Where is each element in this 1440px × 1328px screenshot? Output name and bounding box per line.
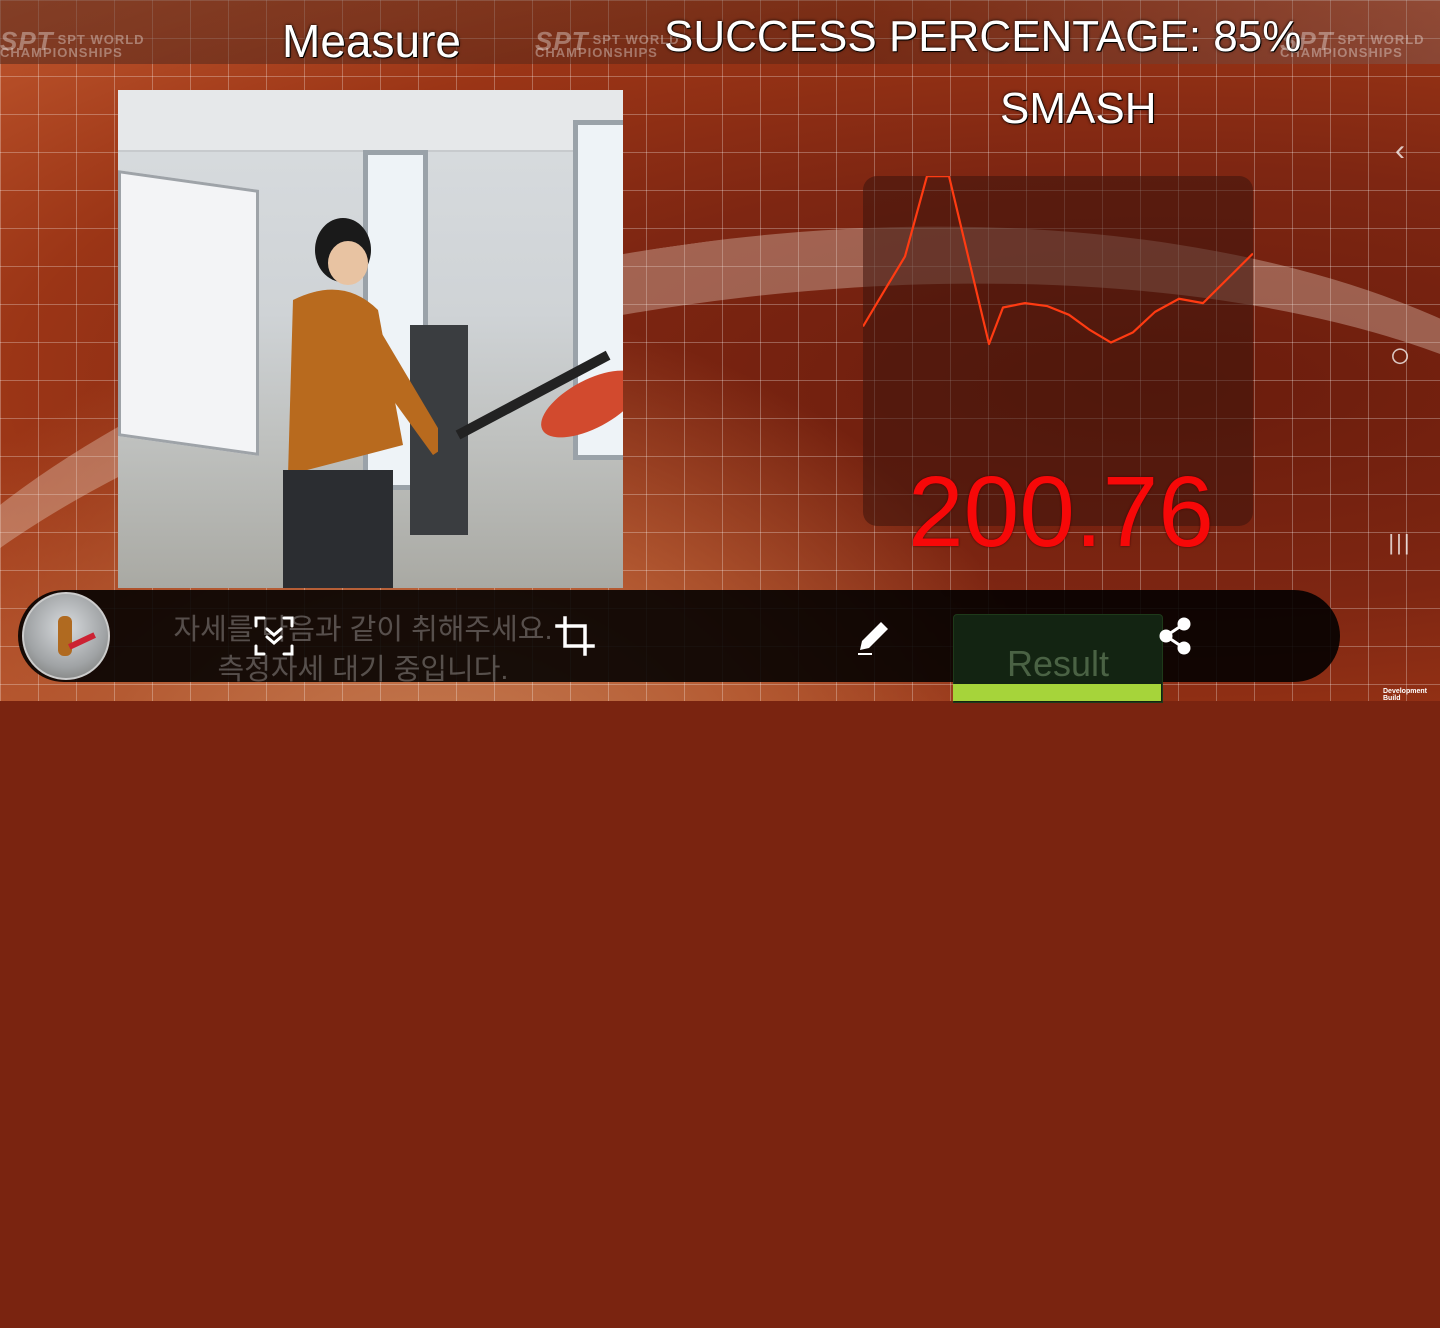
guide-line-2: 측정자세 대기 중입니다. bbox=[217, 654, 509, 686]
capture-icon[interactable] bbox=[252, 614, 296, 658]
thumb-racket bbox=[68, 632, 96, 650]
page-title: Measure bbox=[282, 15, 461, 67]
sponsor-logo: SPT SPT WORLD CHAMPIONSHIPS bbox=[535, 25, 680, 60]
recents-icon[interactable]: ||| bbox=[1380, 530, 1420, 556]
guide-line-1: 자세를 다음과 같이 취해주세요. bbox=[173, 614, 553, 646]
measurement-value: 200.76 bbox=[908, 456, 1214, 568]
success-percentage: SUCCESS PERCENTAGE: 85% bbox=[664, 12, 1302, 61]
result-button-label: Result bbox=[1006, 643, 1110, 684]
player-figure bbox=[283, 218, 438, 588]
sponsor-logo: SPT SPT WORLD CHAMPIONSHIPS bbox=[0, 25, 145, 60]
pencil-icon[interactable] bbox=[852, 614, 896, 658]
back-icon[interactable]: ‹ bbox=[1380, 134, 1420, 168]
dev-build-label: Development Build bbox=[1383, 688, 1427, 702]
camera-preview bbox=[118, 90, 623, 588]
screenshot-thumbnail[interactable] bbox=[22, 592, 110, 680]
guide-text: 자세를 다음과 같이 취해주세요. 측정자세 대기 중입니다. bbox=[168, 610, 558, 690]
share-icon[interactable] bbox=[1154, 614, 1198, 658]
result-progress-bar bbox=[953, 684, 1161, 701]
thumb-person bbox=[58, 616, 72, 656]
home-icon[interactable]: ○ bbox=[1380, 334, 1420, 376]
shot-type-label: SMASH bbox=[1000, 84, 1157, 133]
crop-icon[interactable] bbox=[553, 614, 597, 658]
ceiling bbox=[118, 90, 623, 152]
series-line bbox=[863, 176, 1253, 346]
system-nav-bar: ‹ ○ ||| bbox=[1380, 0, 1440, 701]
